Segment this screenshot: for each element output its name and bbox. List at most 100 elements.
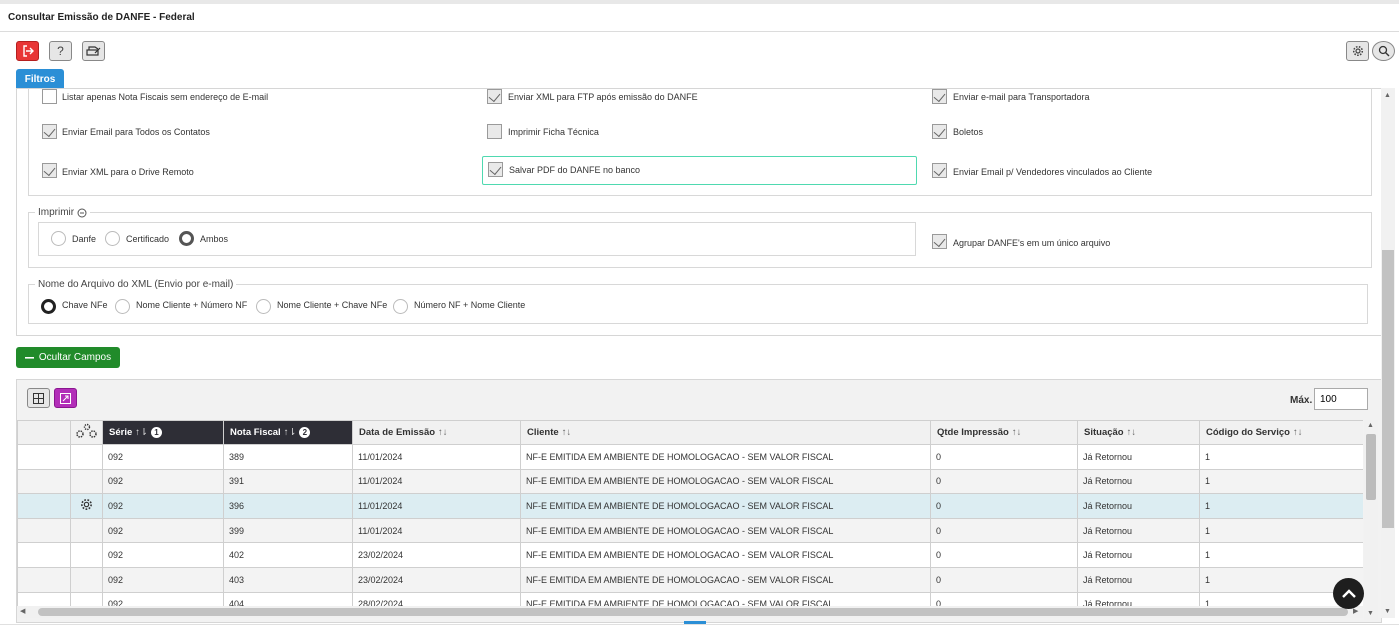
cell-nota: 396 <box>223 493 353 519</box>
tab-filtros[interactable]: Filtros <box>16 69 64 89</box>
checkbox-drive-remoto[interactable] <box>42 163 57 178</box>
table-row[interactable]: 092 403 23/02/2024 NF-E EMITIDA EM AMBIENT… <box>17 566 1363 593</box>
radio-danfe-label: Danfe <box>72 234 97 244</box>
search-icon <box>1378 45 1389 57</box>
minus-icon <box>24 356 34 359</box>
scroll-down-icon[interactable]: ▼ <box>1367 610 1374 617</box>
table-row[interactable]: 092 404 28/02/2024 NF-E EMITIDA EM AMBIENT… <box>17 591 1363 606</box>
bottom-bar <box>0 624 1399 639</box>
row-action-cell[interactable] <box>70 493 103 519</box>
row-action-cell[interactable] <box>70 542 103 568</box>
max-label: Máx. <box>1290 395 1313 406</box>
imprimir-options-box <box>38 222 916 256</box>
radio-danfe[interactable] <box>51 231 66 246</box>
sort-icon: ↑↓ <box>1292 427 1303 438</box>
checkbox-agrupar[interactable] <box>932 234 947 249</box>
cell-serie: 092 <box>102 444 224 470</box>
checkbox-boletos[interactable] <box>932 124 947 139</box>
horizontal-scroll-thumb[interactable] <box>38 608 1348 616</box>
checkbox-email-transportadora[interactable] <box>932 89 947 104</box>
header-actions[interactable] <box>70 420 103 445</box>
grid-layout-button[interactable] <box>27 388 50 408</box>
radio-numero-nome-cliente-label: Número NF + Nome Cliente <box>414 300 526 310</box>
row-select-cell[interactable] <box>17 517 71 544</box>
title-bar <box>0 4 1399 32</box>
scroll-left-icon[interactable]: ◀ <box>20 607 25 615</box>
row-select-cell[interactable] <box>17 591 71 606</box>
row-action-cell[interactable] <box>70 566 103 593</box>
radio-numero-nome-cliente[interactable] <box>393 299 408 314</box>
exit-button[interactable] <box>16 41 39 61</box>
scroll-to-top-button[interactable] <box>1333 578 1364 609</box>
table-row[interactable]: 092 389 11/01/2024 NF-E EMITIDA EM AMBIENT… <box>17 444 1363 470</box>
cell-qtde: 0 <box>930 444 1078 470</box>
ocultar-campos-button[interactable]: Ocultar Campos <box>16 347 120 368</box>
sort-icon: ↑↓ <box>1011 427 1022 438</box>
checkbox-salvar-pdf[interactable] <box>488 162 503 177</box>
page-vertical-scroll-thumb[interactable] <box>1382 250 1394 528</box>
help-button[interactable]: ? <box>49 41 72 61</box>
scroll-up-icon[interactable]: ▲ <box>1367 422 1374 429</box>
cell-serie: 092 <box>102 468 224 495</box>
header-serie[interactable]: Série ↑⇂ 1 <box>102 420 224 445</box>
table-row[interactable]: 092 391 11/01/2024 NF-E EMITIDA EM AMBIENT… <box>17 468 1363 495</box>
scroll-right-icon[interactable]: ▶ <box>1353 607 1358 615</box>
cell-situacao: Já Retornou <box>1077 468 1200 495</box>
row-select-cell[interactable] <box>17 468 71 495</box>
radio-nome-cliente-numero[interactable] <box>115 299 130 314</box>
row-action-cell[interactable] <box>70 444 103 470</box>
checkbox-salvar-pdf-label: Salvar PDF do DANFE no banco <box>509 165 641 175</box>
header-codigo-servico[interactable]: Código do Serviço ↑↓ <box>1199 420 1363 445</box>
print-button[interactable] <box>82 41 105 61</box>
table-row-active[interactable]: 092 396 11/01/2024 NF-E EMITIDA EM AMBIENT… <box>17 493 1363 519</box>
radio-nome-cliente-chave-label: Nome Cliente + Chave NFe <box>277 300 388 310</box>
nome-arquivo-legend: Nome do Arquivo do XML (Envio por e-mail… <box>35 279 237 290</box>
checkbox-ficha-tecnica[interactable] <box>487 124 502 139</box>
cell-codigo: 1 <box>1199 542 1363 568</box>
header-situacao[interactable]: Situação ↑↓ <box>1077 420 1200 445</box>
question-icon: ? <box>57 44 64 58</box>
table-row[interactable]: 092 402 23/02/2024 NF-E EMITIDA EM AMBIENT… <box>17 542 1363 568</box>
radio-ambos[interactable] <box>179 231 194 246</box>
header-qtde-impressao[interactable]: Qtde Impressão ↑↓ <box>930 420 1078 445</box>
search-button[interactable] <box>1372 41 1395 61</box>
row-select-cell[interactable] <box>17 542 71 568</box>
table-row[interactable]: 092 399 11/01/2024 NF-E EMITIDA EM AMBIENT… <box>17 517 1363 544</box>
radio-certificado[interactable] <box>105 231 120 246</box>
cell-cliente: NF-E EMITIDA EM AMBIENTE DE HOMOLOGACAO … <box>520 591 931 606</box>
page-scroll-up-icon[interactable]: ▲ <box>1384 92 1391 99</box>
checkbox-email-vendedores[interactable] <box>932 163 947 178</box>
checkbox-xml-ftp[interactable] <box>487 89 502 104</box>
cell-qtde: 0 <box>930 517 1078 544</box>
header-nota-fiscal[interactable]: Nota Fiscal ↑⇂ 2 <box>223 420 353 445</box>
radio-nome-cliente-chave[interactable] <box>256 299 271 314</box>
header-cliente[interactable]: Cliente ↑↓ <box>520 420 931 445</box>
cell-codigo: 1 <box>1199 468 1363 495</box>
header-data-emissao[interactable]: Data de Emissão ↑↓ <box>352 420 521 445</box>
header-select <box>17 420 71 445</box>
imprimir-legend: Imprimir <box>35 207 91 218</box>
row-select-cell[interactable] <box>17 493 71 519</box>
page-scroll-down-icon[interactable]: ▼ <box>1384 608 1391 615</box>
cell-cliente: NF-E EMITIDA EM AMBIENTE DE HOMOLOGACAO … <box>520 444 931 470</box>
checkbox-ficha-tecnica-label: Imprimir Ficha Técnica <box>508 127 599 137</box>
max-records-input[interactable] <box>1314 388 1368 410</box>
row-action-cell[interactable] <box>70 468 103 495</box>
row-gear-icon[interactable] <box>80 498 93 511</box>
collapse-icon[interactable] <box>77 208 87 218</box>
sort-order-badge: 2 <box>299 426 311 438</box>
radio-chave-nfe[interactable] <box>41 299 56 314</box>
checkbox-sem-email[interactable] <box>42 89 57 104</box>
settings-button[interactable] <box>1346 41 1369 61</box>
row-select-cell[interactable] <box>17 444 71 470</box>
export-button[interactable] <box>54 388 77 408</box>
row-action-cell[interactable] <box>70 517 103 544</box>
row-action-cell[interactable] <box>70 591 103 606</box>
checkbox-email-contatos[interactable] <box>42 124 57 139</box>
header-nota-fiscal-label: Nota Fiscal <box>230 427 281 438</box>
cell-serie: 092 <box>102 493 224 519</box>
row-select-cell[interactable] <box>17 566 71 593</box>
table-vertical-scroll-thumb[interactable] <box>1366 434 1376 500</box>
cell-situacao: Já Retornou <box>1077 444 1200 470</box>
cell-cliente: NF-E EMITIDA EM AMBIENTE DE HOMOLOGACAO … <box>520 542 931 568</box>
